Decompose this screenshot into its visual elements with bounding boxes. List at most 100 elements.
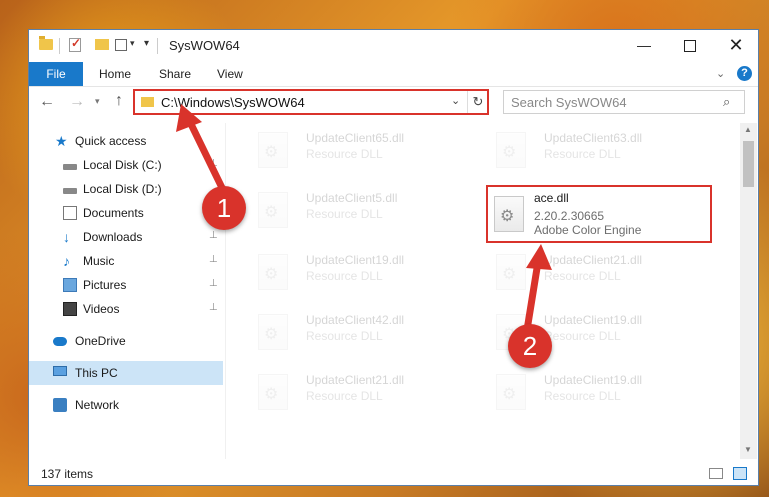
- refresh-button[interactable]: ↻: [467, 91, 488, 113]
- star-icon: ★: [55, 133, 68, 149]
- pin-icon[interactable]: ⊥: [209, 254, 218, 265]
- folder-icon[interactable]: [39, 36, 53, 50]
- sidebar-item-label: Pictures: [83, 278, 127, 292]
- sidebar-item-local-disk-d[interactable]: Local Disk (D:): [29, 177, 223, 201]
- sidebar-item-label: OneDrive: [75, 334, 126, 348]
- address-row: ← → ▾ ↑ C:\Windows\SysWOW64 ⌄ ↻ Search S…: [29, 87, 758, 119]
- file-name: UpdateClient5.dll: [306, 191, 398, 205]
- pc-icon: [53, 366, 67, 376]
- sidebar-item-local-disk-c[interactable]: Local Disk (C:) ⊥: [29, 153, 223, 177]
- ribbon-tabs: File Home Share View ⌄ ?: [29, 62, 758, 87]
- file-description: Resource DLL: [306, 329, 383, 343]
- tab-file[interactable]: File: [29, 62, 83, 86]
- file-name: UpdateClient19.dll: [306, 253, 405, 267]
- sidebar-item-pictures[interactable]: Pictures ⊥: [29, 273, 223, 297]
- scroll-thumb[interactable]: [743, 141, 754, 187]
- file-tile[interactable]: UpdateClient65.dll Resource DLL: [236, 125, 466, 177]
- file-name: UpdateClient19.dll: [544, 373, 643, 387]
- file-description: Adobe Color Engine: [534, 223, 642, 237]
- file-name: UpdateClient21.dll: [306, 373, 405, 387]
- drive-icon: [63, 164, 77, 170]
- tab-home[interactable]: Home: [87, 62, 143, 86]
- drive-icon: [63, 188, 77, 194]
- step-1-badge: 1: [202, 186, 246, 230]
- properties-icon[interactable]: [115, 39, 127, 51]
- step-2-badge: 2: [508, 324, 552, 368]
- address-dropdown-icon[interactable]: ⌄: [451, 94, 460, 107]
- large-icons-view-icon[interactable]: [733, 467, 747, 480]
- item-count: 137 items: [41, 467, 94, 481]
- minimize-button[interactable]: —: [621, 30, 667, 62]
- sidebar-item-label: Music: [83, 254, 115, 268]
- pictures-icon: [63, 278, 77, 292]
- sidebar-item-this-pc[interactable]: This PC: [29, 361, 223, 385]
- file-description: Resource DLL: [306, 389, 383, 403]
- file-name: UpdateClient65.dll: [306, 131, 405, 145]
- file-tile[interactable]: UpdateClient21.dll Resource DLL: [236, 367, 466, 419]
- file-description: Resource DLL: [306, 269, 383, 283]
- search-icon[interactable]: ⌕: [723, 94, 730, 110]
- sidebar-item-quick-access[interactable]: ★ Quick access: [29, 129, 223, 153]
- customize-toolbar-icon[interactable]: ▾: [144, 38, 149, 49]
- file-name: UpdateClient63.dll: [544, 131, 643, 145]
- sidebar-item-label: Network: [75, 398, 120, 412]
- file-tile[interactable]: UpdateClient19.dll Resource DLL: [236, 247, 466, 299]
- dll-file-icon: [258, 374, 288, 410]
- sidebar-item-downloads[interactable]: ↓ Downloads ⊥: [29, 225, 223, 249]
- sidebar-item-label: Downloads: [83, 230, 143, 244]
- file-name: UpdateClient19.dll: [544, 313, 643, 327]
- file-description: Resource DLL: [306, 147, 383, 161]
- pin-icon[interactable]: ⊥: [209, 278, 218, 289]
- address-path[interactable]: C:\Windows\SysWOW64: [161, 95, 305, 110]
- sidebar-item-videos[interactable]: Videos ⊥: [29, 297, 223, 321]
- dll-file-icon: [258, 314, 288, 350]
- recent-locations-icon[interactable]: ▾: [95, 96, 100, 107]
- close-button[interactable]: ✕: [713, 30, 758, 62]
- scroll-down-icon[interactable]: ▼: [744, 445, 752, 454]
- sidebar-item-label: Videos: [83, 302, 120, 316]
- search-input[interactable]: Search SysWOW64 ⌕: [503, 90, 745, 114]
- tab-view[interactable]: View: [205, 62, 255, 86]
- sidebar-item-network[interactable]: Network: [29, 393, 223, 417]
- help-icon[interactable]: ?: [737, 66, 752, 81]
- file-tile[interactable]: UpdateClient42.dll Resource DLL: [236, 307, 466, 359]
- address-bar[interactable]: C:\Windows\SysWOW64 ⌄ ↻: [133, 89, 489, 115]
- file-tile[interactable]: UpdateClient21.dll Resource DLL: [474, 247, 704, 299]
- maximize-button[interactable]: [667, 30, 713, 62]
- vertical-scrollbar[interactable]: ▲ ▼: [740, 123, 757, 459]
- window-title: SysWOW64: [169, 38, 240, 53]
- forward-button[interactable]: →: [69, 93, 85, 111]
- scroll-up-icon[interactable]: ▲: [744, 125, 752, 134]
- tab-share[interactable]: Share: [147, 62, 203, 86]
- pin-icon[interactable]: ⊥: [209, 158, 218, 169]
- dll-file-icon: [258, 132, 288, 168]
- file-tile[interactable]: UpdateClient63.dll Resource DLL: [474, 125, 704, 177]
- file-tile[interactable]: UpdateClient5.dll Resource DLL: [236, 185, 466, 237]
- up-button[interactable]: ↑: [115, 92, 123, 110]
- new-folder-icon[interactable]: [95, 39, 109, 50]
- videos-icon: [63, 302, 77, 316]
- sidebar-item-label: Documents: [83, 206, 144, 220]
- expand-ribbon-icon[interactable]: ⌄: [716, 67, 725, 80]
- details-view-icon[interactable]: [709, 468, 723, 479]
- file-tile[interactable]: UpdateClient19.dll Resource DLL: [474, 367, 704, 419]
- sidebar-item-documents[interactable]: Documents ⊥: [29, 201, 223, 225]
- sidebar-item-music[interactable]: ♪ Music ⊥: [29, 249, 223, 273]
- documents-icon: [63, 206, 77, 220]
- back-button[interactable]: ←: [39, 93, 55, 111]
- sidebar-item-onedrive[interactable]: OneDrive: [29, 329, 223, 353]
- music-icon: ♪: [63, 253, 70, 269]
- navigation-pane: ★ Quick access Local Disk (C:) ⊥ Local D…: [29, 123, 225, 459]
- title-divider: [157, 38, 158, 54]
- sidebar-item-label: Quick access: [75, 134, 147, 148]
- maximize-icon: [684, 40, 696, 52]
- status-bar: 137 items: [29, 462, 758, 485]
- properties-check-icon[interactable]: [69, 36, 81, 52]
- file-tile-ace-dll[interactable]: ace.dll 2.20.2.30665 Adobe Color Engine: [486, 185, 712, 243]
- pin-icon[interactable]: ⊥: [209, 230, 218, 241]
- sidebar-item-label: Local Disk (C:): [83, 158, 162, 172]
- properties-dropdown-icon[interactable]: ▾: [130, 38, 135, 49]
- pin-icon[interactable]: ⊥: [209, 302, 218, 313]
- folder-icon: [141, 97, 154, 107]
- dll-file-icon: [496, 374, 526, 410]
